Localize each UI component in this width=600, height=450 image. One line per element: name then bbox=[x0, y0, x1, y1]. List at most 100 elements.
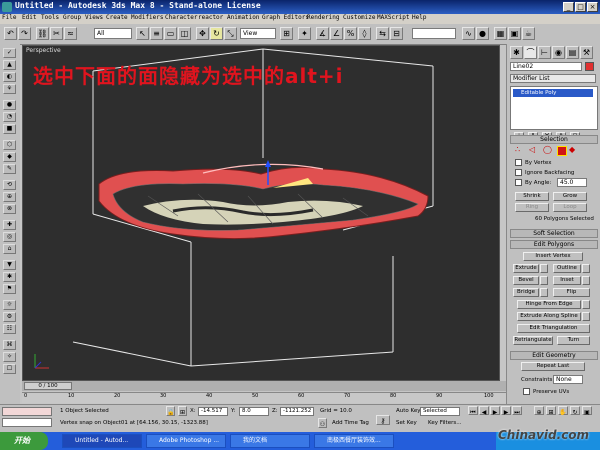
key-filters-button[interactable]: Key Filters... bbox=[428, 420, 461, 426]
edge-level-icon[interactable]: ◁ bbox=[529, 145, 535, 154]
tool-icon-12[interactable]: ⊕ bbox=[3, 192, 16, 202]
menu-graph-editors[interactable]: Graph Editors bbox=[262, 14, 309, 21]
undo-icon[interactable]: ↶ bbox=[4, 27, 17, 40]
selection-rollout-header[interactable]: Selection bbox=[510, 135, 598, 144]
tool-icon-8[interactable]: ⬡ bbox=[3, 140, 16, 150]
tool-icon-11[interactable]: ⟲ bbox=[3, 180, 16, 190]
select-manipulate-icon[interactable]: ✦ bbox=[298, 27, 311, 40]
timeline-ruler[interactable]: 0 10 20 30 40 50 60 70 80 90 100 bbox=[22, 392, 506, 403]
add-time-tag[interactable]: Add Time Tag bbox=[332, 420, 369, 426]
menu-edit[interactable]: Edit bbox=[22, 14, 36, 21]
curve-editor-icon[interactable]: ∿ bbox=[462, 27, 475, 40]
select-by-name-icon[interactable]: ≡ bbox=[150, 27, 163, 40]
tool-icon-2[interactable]: ▲ bbox=[3, 60, 16, 70]
turn-button[interactable]: Turn bbox=[557, 336, 590, 345]
set-key-button[interactable]: Set Key bbox=[396, 420, 417, 426]
tool-icon-6[interactable]: ◔ bbox=[3, 112, 16, 122]
tool-icon-13[interactable]: ⊗ bbox=[3, 204, 16, 214]
y-coord-field[interactable]: 8.0 bbox=[239, 407, 269, 416]
spinner-snap-icon[interactable]: ◊ bbox=[358, 27, 371, 40]
flip-button[interactable]: Flip bbox=[553, 288, 590, 297]
orbit-icon[interactable]: ↻ bbox=[570, 406, 580, 416]
tool-icon-5[interactable]: ● bbox=[3, 100, 16, 110]
hierarchy-tab-icon[interactable]: ⊢ bbox=[538, 46, 551, 59]
menu-create[interactable]: Create bbox=[106, 14, 128, 21]
ignore-backfacing-checkbox[interactable]: Ignore Backfacing bbox=[515, 169, 574, 176]
extrude-settings-icon[interactable] bbox=[540, 264, 548, 273]
pivot-icon[interactable]: ⊞ bbox=[280, 27, 293, 40]
goto-start-icon[interactable]: ⏮ bbox=[468, 406, 478, 416]
mirror-icon[interactable]: ⇆ bbox=[376, 27, 389, 40]
selection-filter-dropdown[interactable]: All bbox=[94, 28, 132, 39]
inset-button[interactable]: Inset bbox=[553, 276, 581, 285]
hinge-settings-icon[interactable] bbox=[582, 300, 590, 309]
utilities-tab-icon[interactable]: ⚒ bbox=[580, 46, 593, 59]
tool-icon-23[interactable]: ⌘ bbox=[3, 340, 16, 350]
time-tag-icon[interactable]: ⚇ bbox=[318, 418, 327, 428]
taskbar-item-folder[interactable]: 南极西餐厅装饰效... bbox=[314, 434, 394, 448]
viewport-label[interactable]: Perspective bbox=[26, 47, 61, 54]
border-level-icon[interactable]: ◯ bbox=[543, 145, 552, 154]
named-selection-dropdown[interactable] bbox=[412, 28, 456, 39]
stack-item-editable-poly[interactable]: Editable Poly bbox=[513, 89, 593, 97]
retriangulate-button[interactable]: Retriangulate bbox=[513, 336, 553, 345]
outline-button[interactable]: Outline bbox=[553, 264, 581, 273]
maximize-viewport-icon[interactable]: ▣ bbox=[582, 406, 592, 416]
loop-button[interactable]: Loop bbox=[553, 203, 587, 212]
constraints-dropdown[interactable]: None bbox=[553, 375, 583, 384]
menu-animation[interactable]: Animation bbox=[227, 14, 260, 21]
key-icon[interactable]: ⚷ bbox=[376, 415, 390, 425]
time-slider-track[interactable] bbox=[22, 381, 506, 391]
x-coord-field[interactable]: -14.517 bbox=[198, 407, 228, 416]
extrude-along-spline-button[interactable]: Extrude Along Spline bbox=[517, 312, 581, 321]
bridge-settings-icon[interactable] bbox=[540, 288, 548, 297]
tool-icon-1[interactable]: ✓ bbox=[3, 48, 16, 58]
hinge-from-edge-button[interactable]: Hinge From Edge bbox=[517, 300, 581, 309]
menu-views[interactable]: Views bbox=[85, 14, 103, 21]
edit-polygons-rollout-header[interactable]: Edit Polygons bbox=[510, 240, 598, 249]
menu-group[interactable]: Group bbox=[63, 14, 81, 21]
render-frame-icon[interactable]: ▣ bbox=[508, 27, 521, 40]
next-frame-icon[interactable]: ▶ bbox=[501, 406, 511, 416]
extrude-button[interactable]: Extrude bbox=[513, 264, 539, 273]
percent-snap-icon[interactable]: % bbox=[344, 27, 357, 40]
tool-icon-16[interactable]: ⌂ bbox=[3, 244, 16, 254]
perspective-viewport[interactable]: Perspective 选中下面的面隐藏为选中的alt+i bbox=[22, 45, 500, 381]
tool-icon-10[interactable]: ✎ bbox=[3, 164, 16, 174]
select-scale-icon[interactable]: ⤡ bbox=[224, 27, 237, 40]
tool-icon-7[interactable]: ■ bbox=[3, 124, 16, 134]
bevel-button[interactable]: Bevel bbox=[513, 276, 539, 285]
redo-icon[interactable]: ↷ bbox=[18, 27, 31, 40]
maxscript-listener[interactable] bbox=[2, 407, 52, 416]
tool-icon-17[interactable]: ▼ bbox=[3, 260, 16, 270]
tool-icon-4[interactable]: ⚘ bbox=[3, 84, 16, 94]
menu-tools[interactable]: Tools bbox=[41, 14, 59, 21]
maximize-button[interactable]: □ bbox=[575, 2, 586, 12]
display-tab-icon[interactable]: ▤ bbox=[566, 46, 579, 59]
edit-triangulation-button[interactable]: Edit Triangulation bbox=[517, 324, 590, 333]
edit-geometry-rollout-header[interactable]: Edit Geometry bbox=[510, 351, 598, 360]
auto-key-button[interactable]: Auto Key bbox=[396, 408, 421, 414]
lock-selection-icon[interactable]: 🔒 bbox=[166, 406, 175, 416]
tool-icon-9[interactable]: ◆ bbox=[3, 152, 16, 162]
menu-help[interactable]: Help bbox=[412, 14, 426, 21]
close-button[interactable]: × bbox=[587, 2, 598, 12]
zoom-icon[interactable]: ⊕ bbox=[534, 406, 544, 416]
menu-customize[interactable]: Customize bbox=[343, 14, 376, 21]
motion-tab-icon[interactable]: ◉ bbox=[552, 46, 565, 59]
inset-settings-icon[interactable] bbox=[582, 276, 590, 285]
select-object-icon[interactable]: ↖ bbox=[136, 27, 149, 40]
absolute-mode-icon[interactable]: ⊞ bbox=[178, 406, 187, 416]
angle-snap-icon[interactable]: ∠ bbox=[330, 27, 343, 40]
tool-icon-25[interactable]: ☐ bbox=[3, 364, 16, 374]
menu-modifiers[interactable]: Modifiers bbox=[131, 14, 164, 21]
object-name-field[interactable]: Line02 bbox=[510, 62, 582, 71]
play-icon[interactable]: ▶ bbox=[490, 406, 500, 416]
modify-tab-icon[interactable]: ⌒ bbox=[524, 46, 537, 59]
material-editor-icon[interactable]: ● bbox=[476, 27, 489, 40]
bridge-button[interactable]: Bridge bbox=[513, 288, 539, 297]
z-coord-field[interactable]: -1121.252 bbox=[280, 407, 314, 416]
key-mode-dropdown[interactable]: Selected bbox=[420, 407, 460, 416]
align-icon[interactable]: ⊟ bbox=[390, 27, 403, 40]
select-move-icon[interactable]: ✥ bbox=[196, 27, 209, 40]
